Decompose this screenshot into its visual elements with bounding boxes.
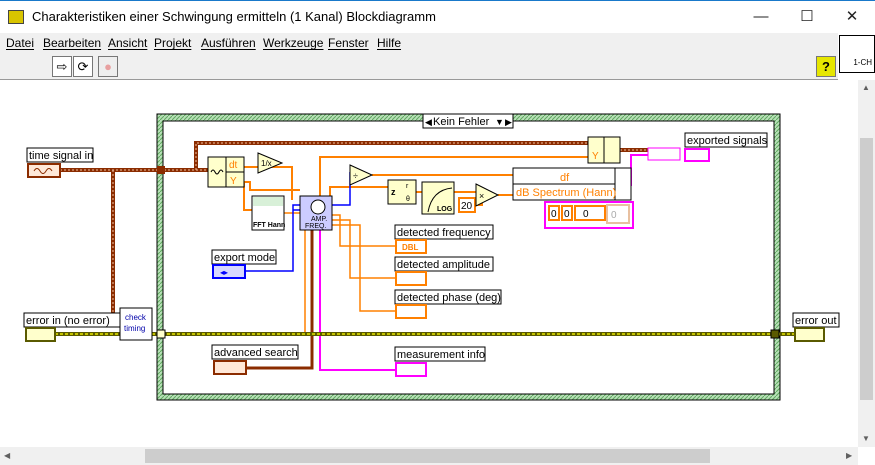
- menu-ansicht[interactable]: Ansicht: [108, 36, 147, 50]
- vertical-scroll-thumb[interactable]: [860, 138, 873, 400]
- svg-text:▶: ▶: [505, 117, 512, 127]
- log10-node[interactable]: LOG: [421, 181, 455, 215]
- error-out-label: error out: [795, 315, 837, 327]
- menu-datei[interactable]: Datei: [6, 36, 34, 50]
- block-diagram: ◀ Kein Fehler ▼ ▶ time signal in error in…: [0, 80, 858, 447]
- menu-fenster[interactable]: Fenster: [328, 36, 369, 50]
- detected-frequency-label: detected frequency: [397, 227, 491, 239]
- menu-hilfe[interactable]: Hilfe: [377, 36, 401, 50]
- fft-hann-text: FFT Hann: [253, 222, 285, 229]
- menu-bearbeiten[interactable]: Bearbeiten: [43, 36, 101, 50]
- menu-bar: Datei Bearbeiten Ansicht Projekt Ausführ…: [0, 33, 838, 53]
- svg-text:▼: ▼: [495, 117, 504, 127]
- constant-value: 20: [461, 201, 473, 212]
- svg-text:÷: ÷: [353, 171, 358, 181]
- cluster-value: 0: [611, 210, 617, 221]
- cluster-value: 0: [551, 209, 557, 220]
- svg-text:θ: θ: [406, 196, 410, 203]
- svg-text:1/x: 1/x: [261, 159, 272, 168]
- dt-element: dt: [229, 160, 238, 171]
- log-text: LOG: [437, 206, 453, 213]
- close-button[interactable]: ✕: [829, 4, 875, 30]
- toolbar: ⇨ ⟳ ● ?: [0, 53, 838, 80]
- vertical-scrollbar[interactable]: ▲ ▼: [858, 80, 875, 447]
- title-bar: Charakteristiken einer Schwingung ermitt…: [0, 0, 875, 33]
- y-element: Y: [230, 176, 237, 187]
- menu-ausfuehren[interactable]: Ausführen: [201, 36, 256, 50]
- scroll-left-icon[interactable]: ◀: [4, 451, 10, 460]
- svg-text:z: z: [391, 187, 396, 197]
- check-timing-node[interactable]: check timing: [119, 307, 153, 341]
- scroll-down-icon[interactable]: ▼: [862, 434, 870, 443]
- cluster-value: 0: [564, 209, 570, 220]
- svg-text:×: ×: [479, 191, 484, 201]
- horizontal-scrollbar[interactable]: ◀ ▶: [0, 447, 858, 465]
- abort-button[interactable]: ●: [98, 56, 118, 77]
- fft-hann-node[interactable]: FFT Hann: [251, 195, 285, 231]
- run-button[interactable]: ⇨: [52, 56, 72, 77]
- db-spectrum-element: dB Spectrum (Hann): [516, 187, 616, 199]
- amp-text: AMP.: [311, 216, 327, 223]
- context-help-button[interactable]: ?: [816, 56, 836, 77]
- freq-text: FREQ.: [305, 223, 326, 230]
- polar-conversion-node[interactable]: zrθ: [387, 179, 417, 205]
- svg-text:◂▸: ◂▸: [220, 268, 228, 277]
- menu-werkzeuge[interactable]: Werkzeuge: [263, 36, 323, 50]
- check-timing-text: check: [125, 313, 147, 322]
- case-selector-value: Kein Fehler: [433, 116, 490, 128]
- check-timing-text: timing: [124, 324, 145, 333]
- maximize-button[interactable]: ☐: [784, 4, 830, 30]
- vi-icon[interactable]: 1-CH: [839, 35, 875, 73]
- labview-app-icon: [8, 10, 24, 24]
- window-title: Charakteristiken einer Schwingung ermitt…: [32, 9, 436, 24]
- advanced-search-label: advanced search: [214, 347, 298, 359]
- minimize-button[interactable]: —: [738, 4, 784, 30]
- dbl-text: DBL: [402, 243, 419, 252]
- horizontal-scroll-thumb[interactable]: [145, 449, 710, 463]
- amp-freq-node[interactable]: AMP. FREQ.: [299, 195, 333, 231]
- menu-projekt[interactable]: Projekt: [154, 36, 191, 50]
- measurement-info-label: measurement info: [397, 349, 485, 361]
- build-waveform-node[interactable]: Y: [587, 136, 621, 164]
- export-mode-label: export mode: [214, 252, 275, 264]
- detected-amplitude-label: detected amplitude: [397, 259, 490, 271]
- svg-text:◀: ◀: [425, 117, 432, 127]
- y-element: Y: [592, 151, 599, 162]
- build-cluster-node[interactable]: [647, 147, 681, 161]
- time-signal-in-label: time signal in: [29, 150, 93, 162]
- case-selector[interactable]: ◀ Kein Fehler ▼ ▶: [422, 113, 514, 129]
- constant-20[interactable]: 20: [458, 197, 476, 213]
- bundle-by-name-node[interactable]: df dB Spectrum (Hann): [512, 167, 632, 201]
- unbundle-waveform-node[interactable]: dt Y: [207, 156, 245, 188]
- cluster-constant[interactable]: 0 0 0 0: [544, 201, 634, 229]
- detected-phase-label: detected phase (deg): [397, 292, 501, 304]
- scroll-up-icon[interactable]: ▲: [862, 83, 870, 92]
- run-continuously-button[interactable]: ⟳: [73, 56, 93, 77]
- scroll-right-icon[interactable]: ▶: [846, 451, 852, 460]
- df-element: df: [560, 172, 570, 184]
- cluster-value: 0: [583, 209, 589, 220]
- exported-signals-label: exported signals: [687, 135, 768, 147]
- error-in-label: error in (no error): [26, 315, 110, 327]
- magnifier-icon: [310, 199, 326, 215]
